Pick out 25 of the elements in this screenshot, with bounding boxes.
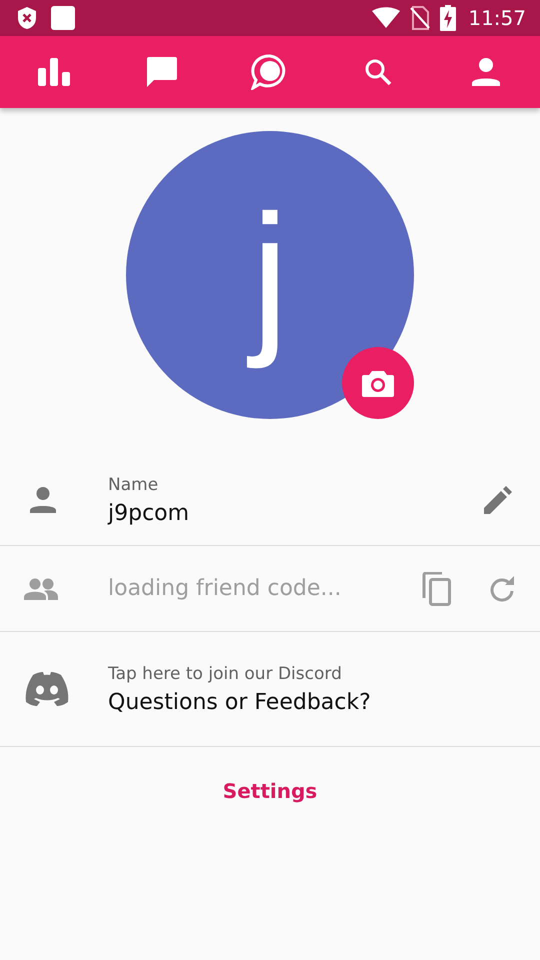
friend-code-status: loading friend code... (108, 576, 342, 601)
person-icon[interactable] (472, 58, 500, 86)
edit-icon[interactable] (484, 486, 512, 514)
refresh-icon[interactable] (488, 574, 516, 602)
status-time: 11:57 (468, 6, 526, 30)
people-icon (24, 578, 58, 600)
discord-row[interactable]: Tap here to join our Discord Questions or Feedback? (0, 632, 540, 747)
game-controller-icon (24, 671, 70, 707)
square-icon (50, 5, 76, 31)
no-sim-icon (410, 6, 430, 30)
camera-icon (362, 369, 394, 397)
discord-hint: Tap here to join our Discord (108, 664, 343, 684)
person-icon (30, 487, 56, 513)
shield-icon (16, 6, 38, 30)
chat-icon[interactable] (146, 56, 178, 88)
wifi-icon (372, 7, 400, 29)
name-label: Name (108, 474, 160, 494)
search-icon[interactable] (364, 58, 392, 86)
copy-icon[interactable] (422, 572, 452, 606)
name-value: j9pcom (108, 500, 190, 526)
discord-title: Questions or Feedback? (108, 690, 372, 714)
battery-charging-icon (440, 5, 456, 31)
avatar: j (126, 131, 414, 419)
settings-link[interactable]: Settings (218, 777, 322, 805)
bar-chart-icon[interactable] (38, 58, 70, 86)
